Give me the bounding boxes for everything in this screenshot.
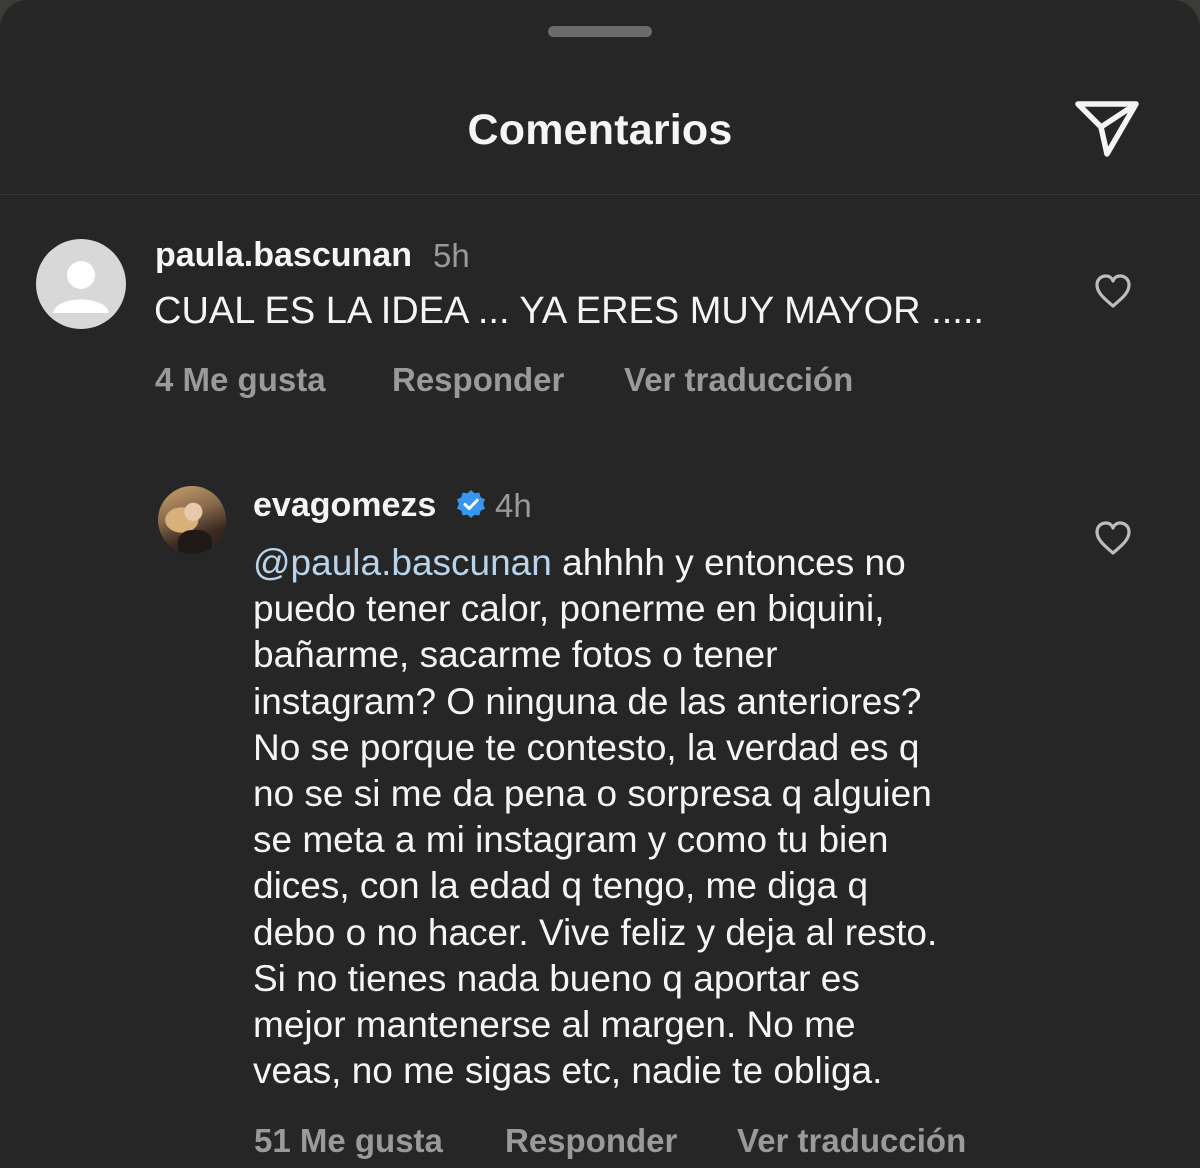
comment-username[interactable]: paula.bascunan xyxy=(155,236,412,275)
reply-text: @paula.bascunan ahhhh y entonces no pued… xyxy=(253,542,938,1092)
mention-link[interactable]: @paula.bascunan xyxy=(253,542,552,583)
comments-header: Comentarios xyxy=(0,0,1200,195)
avatar[interactable] xyxy=(158,486,226,554)
heart-outline-icon[interactable] xyxy=(1093,272,1133,310)
reply-reply-button[interactable]: Responder xyxy=(505,1122,677,1160)
reply-timestamp: 4h xyxy=(495,487,532,524)
verified-badge-icon xyxy=(455,489,487,521)
comment-translate-button[interactable]: Ver traducción xyxy=(624,361,853,399)
comment-text: CUAL ES LA IDEA ... YA ERES MUY MAYOR ..… xyxy=(154,290,984,332)
heart-outline-icon[interactable] xyxy=(1093,519,1133,557)
sheet-grabber-handle[interactable] xyxy=(548,26,652,37)
comments-sheet: Comentarios paula.bascunan 5h CUAL ES LA… xyxy=(0,0,1200,1168)
reply-username[interactable]: evagomezs xyxy=(253,486,436,525)
comment-reply-button[interactable]: Responder xyxy=(392,361,564,399)
comment-likes-count[interactable]: 4 Me gusta xyxy=(155,361,326,399)
reply-translate-button[interactable]: Ver traducción xyxy=(737,1122,966,1160)
paper-plane-icon[interactable] xyxy=(1072,96,1142,162)
page-title: Comentarios xyxy=(467,106,733,154)
comment-timestamp: 5h xyxy=(433,237,470,274)
reply-likes-count[interactable]: 51 Me gusta xyxy=(254,1122,443,1160)
default-avatar-icon[interactable] xyxy=(36,239,126,329)
